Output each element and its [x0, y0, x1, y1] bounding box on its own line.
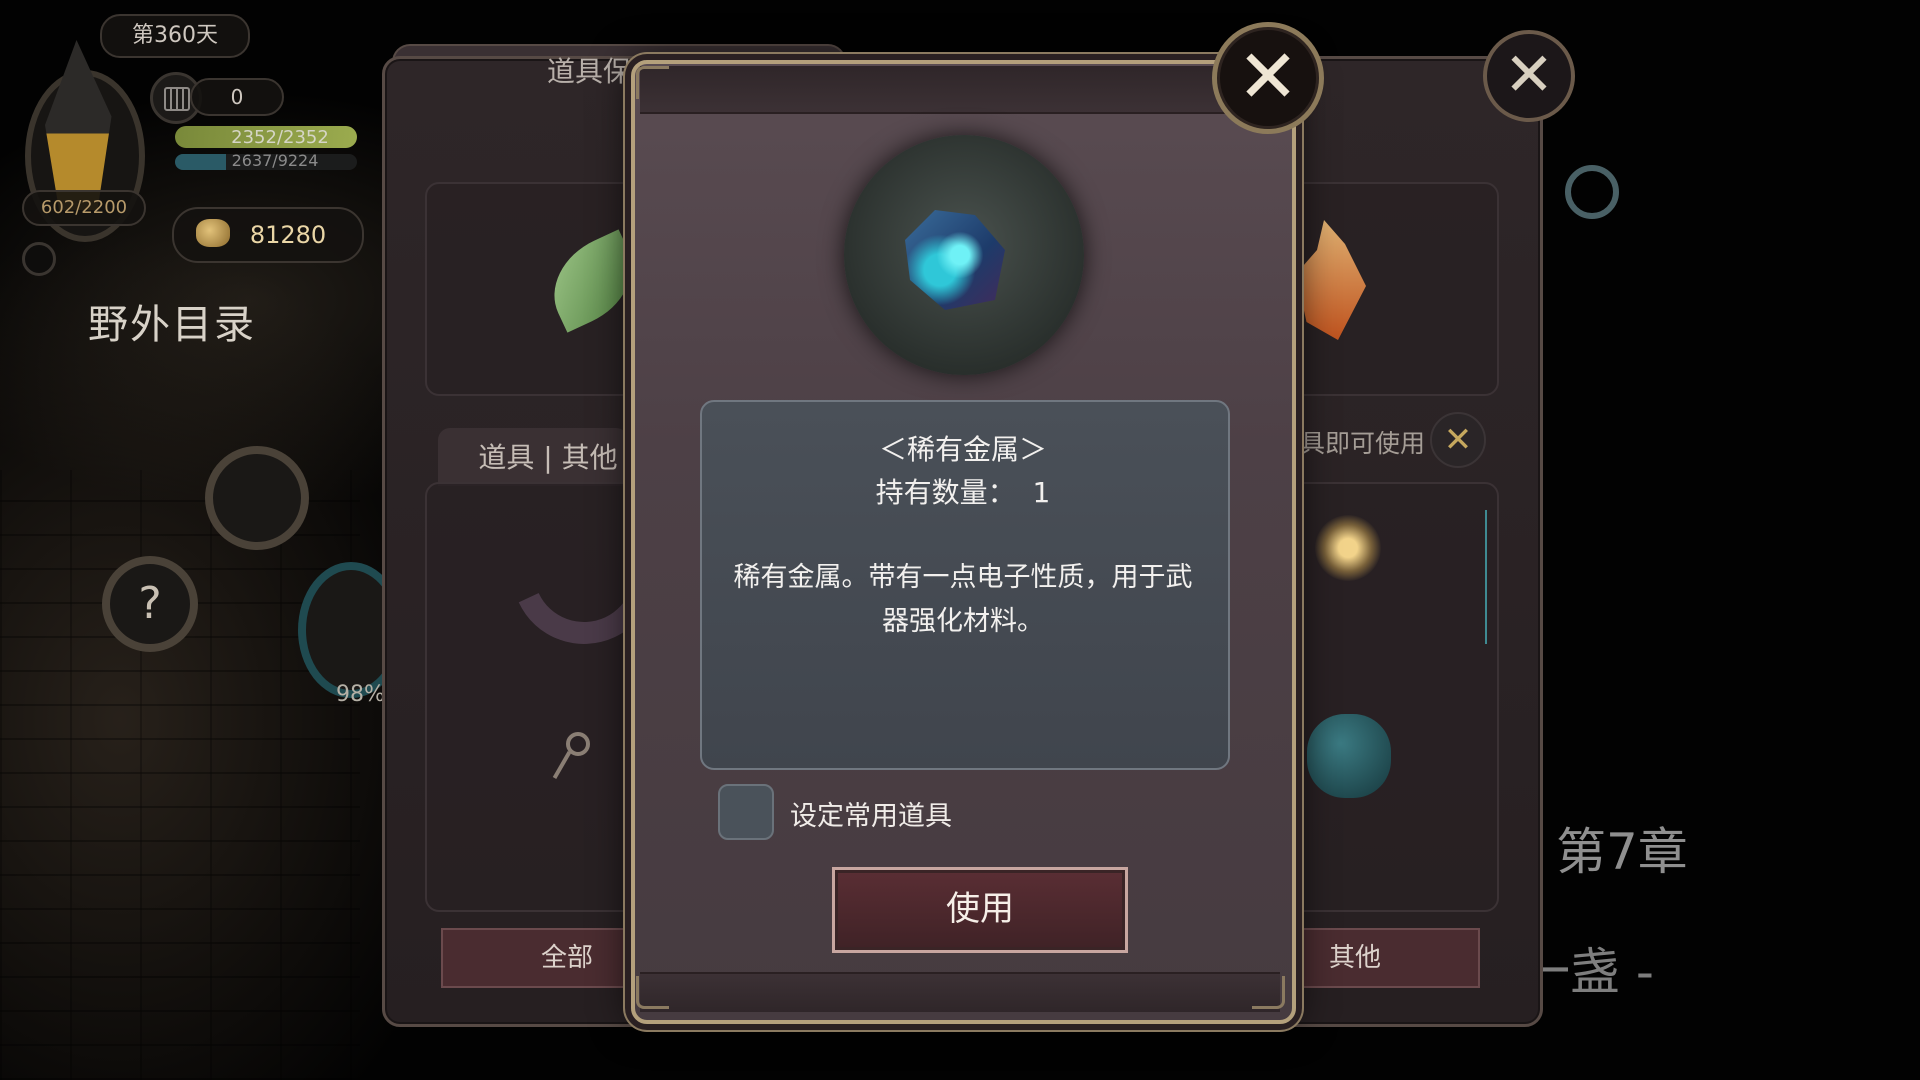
- scrollbar[interactable]: [1485, 510, 1487, 644]
- quantity-label: 持有数量：: [875, 476, 1016, 509]
- ornament-corner: [636, 976, 669, 1009]
- favorite-label: 设定常用道具: [790, 801, 952, 832]
- item-quantity: 持有数量： 1: [700, 471, 1226, 511]
- pollen-icon: [1315, 515, 1381, 581]
- ornament-corner: [1252, 976, 1285, 1009]
- field-directory[interactable]: 野外目录: [88, 292, 256, 350]
- gold-amount: 81280: [249, 221, 327, 249]
- gold-coin-icon: [196, 219, 230, 247]
- help-question-icon[interactable]: ?: [102, 556, 198, 652]
- mp-text: 2637/9224: [231, 151, 319, 170]
- hp-text: 2352/2352: [231, 127, 329, 148]
- key-icon: [548, 732, 590, 782]
- close-chest-icon[interactable]: ✕: [1483, 30, 1575, 122]
- indicator-dot: [22, 242, 56, 276]
- item-list-right[interactable]: [1280, 482, 1499, 912]
- progress-percent: 98%: [336, 682, 385, 707]
- favorite-checkbox[interactable]: [718, 784, 774, 840]
- spike-orb-icon: [1307, 714, 1391, 798]
- brick-wall: [0, 470, 360, 1080]
- use-button[interactable]: 使用: [832, 867, 1128, 953]
- dialog-top-band: [640, 66, 1280, 114]
- auto-use-toggle-icon[interactable]: ✕: [1430, 412, 1486, 468]
- item-name: ＜稀有金属＞: [878, 433, 1047, 466]
- settings-gear-icon[interactable]: [205, 446, 309, 550]
- auto-use-label: 具即可使用: [1300, 429, 1426, 458]
- quantity-value: 1: [1032, 476, 1051, 509]
- chapter-title: 第7章: [1556, 823, 1688, 881]
- ornament-corner: [636, 66, 669, 99]
- capacity-text: 602/2200: [22, 190, 146, 226]
- dialog-bottom-band: [640, 972, 1280, 1012]
- ring-icon: [1565, 165, 1619, 219]
- counter-value: 0: [190, 78, 284, 116]
- close-dialog-icon[interactable]: ✕: [1212, 22, 1324, 134]
- day-counter: 第360天: [100, 14, 250, 58]
- chest-tab-label: 道具 | 其他: [478, 441, 618, 474]
- item-description: 稀有金属。带有一点电子性质，用于武器强化材料。: [733, 562, 1193, 637]
